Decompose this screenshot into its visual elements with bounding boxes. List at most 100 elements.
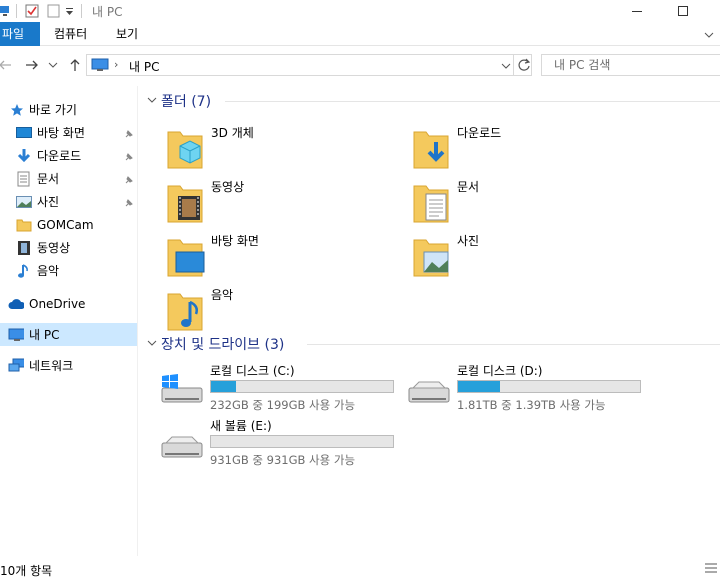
windows-drive-icon: [160, 372, 204, 408]
maximize-icon: [678, 6, 688, 16]
sidebar-item-label: 문서: [37, 172, 60, 186]
folder-tile-downloads[interactable]: 다운로드: [412, 124, 652, 174]
sidebar-item-downloads[interactable]: 다운로드: [0, 144, 137, 167]
details-view-icon[interactable]: [704, 562, 718, 577]
pin-icon[interactable]: [124, 174, 134, 184]
desktop-icon: [16, 125, 32, 141]
minimize-button[interactable]: [614, 0, 660, 22]
sidebar-item-music[interactable]: 음악: [0, 259, 137, 282]
drive-free-space: 232GB 중 199GB 사용 가능: [210, 398, 356, 412]
cloud-icon: [8, 296, 24, 312]
tile-label: 동영상: [211, 180, 245, 194]
sidebar-item-label: 바탕 화면: [37, 126, 85, 140]
maximize-button[interactable]: [660, 0, 706, 22]
sidebar-item-network[interactable]: 네트워크: [0, 354, 137, 377]
folder-tile-pictures[interactable]: 사진: [412, 232, 652, 282]
refresh-icon[interactable]: [517, 58, 531, 75]
folder-tile-music[interactable]: 음악: [166, 286, 406, 336]
tile-label: 음악: [211, 288, 234, 302]
pin-icon[interactable]: [124, 197, 134, 207]
drive-usage-bar: [210, 435, 394, 448]
customize-dropdown-icon[interactable]: [65, 4, 75, 18]
item-count: 10개 항목: [0, 564, 53, 578]
status-bar: 10개 항목: [0, 558, 720, 578]
folder-tile-desktop[interactable]: 바탕 화면: [166, 232, 406, 282]
hard-drive-icon: [160, 427, 204, 463]
sidebar-item-quick-access[interactable]: 바로 가기: [0, 98, 137, 121]
search-input[interactable]: 내 PC 검색: [541, 54, 720, 76]
group-title: 장치 및 드라이브 (3): [161, 337, 285, 353]
drive-tile-d[interactable]: 로컬 디스크 (D:) 1.81TB 중 1.39TB 사용 가능: [407, 362, 657, 414]
tile-label: 바탕 화면: [211, 234, 259, 248]
drive-free-space: 1.81TB 중 1.39TB 사용 가능: [457, 398, 606, 412]
sidebar-item-documents[interactable]: 문서: [0, 167, 137, 190]
drive-usage-fill: [458, 381, 500, 392]
ribbon-tabs: 파일 컴퓨터 보기: [0, 22, 720, 46]
folders-group-header[interactable]: 폴더 (7): [147, 91, 720, 111]
breadcrumb-separator-icon: ›: [114, 58, 119, 71]
music-icon: [16, 263, 32, 279]
tab-file[interactable]: 파일: [0, 22, 40, 46]
forward-button[interactable]: [23, 56, 41, 74]
up-arrow-icon: [70, 59, 80, 71]
sidebar-item-desktop[interactable]: 바탕 화면: [0, 121, 137, 144]
new-folder-icon[interactable]: [47, 4, 61, 18]
drive-name: 로컬 디스크 (C:): [210, 364, 295, 378]
pin-icon[interactable]: [124, 128, 134, 138]
window-title: 내 PC: [92, 5, 123, 19]
drive-usage-fill: [211, 381, 237, 392]
sidebar-item-pictures[interactable]: 사진: [0, 190, 137, 213]
music-folder-icon: [166, 288, 206, 332]
sidebar-item-gomcam[interactable]: GOMCam: [0, 213, 137, 236]
drive-tile-e[interactable]: 새 볼륨 (E:) 931GB 중 931GB 사용 가능: [160, 417, 410, 469]
minimize-icon: [632, 11, 642, 12]
quick-access-toolbar: [0, 3, 82, 19]
tab-view[interactable]: 보기: [108, 22, 146, 46]
document-icon: [16, 171, 32, 187]
folder-icon: [16, 217, 32, 233]
pictures-folder-icon: [412, 234, 452, 278]
address-dropdown-icon[interactable]: [501, 60, 511, 74]
back-button[interactable]: [0, 56, 14, 74]
drives-group-header[interactable]: 장치 및 드라이브 (3): [147, 334, 720, 354]
recent-locations-button[interactable]: [47, 56, 59, 74]
network-icon: [8, 358, 24, 374]
sidebar-item-label: 사진: [37, 195, 60, 209]
folder-tile-3d-objects[interactable]: 3D 개체: [166, 124, 406, 174]
chevron-down-icon: [147, 95, 161, 108]
drive-name: 새 볼륨 (E:): [210, 419, 272, 433]
sidebar-item-videos[interactable]: 동영상: [0, 236, 137, 259]
sidebar-item-this-pc[interactable]: 내 PC: [0, 323, 137, 346]
sidebar-item-label: GOMCam: [37, 217, 94, 232]
pc-icon: [8, 327, 24, 343]
tile-label: 다운로드: [457, 126, 502, 140]
drive-tile-c[interactable]: 로컬 디스크 (C:) 232GB 중 199GB 사용 가능: [160, 362, 410, 414]
downloads-folder-icon: [412, 126, 452, 170]
drive-name: 로컬 디스크 (D:): [457, 364, 543, 378]
chevron-down-icon: [147, 338, 161, 351]
documents-folder-icon: [412, 180, 452, 224]
sidebar-item-label: 동영상: [37, 241, 71, 255]
sidebar-item-label: 네트워크: [29, 359, 74, 373]
sidebar-item-label: 내 PC: [29, 328, 60, 342]
pc-icon[interactable]: [0, 4, 10, 18]
address-field[interactable]: › 내 PC: [86, 54, 532, 76]
sidebar-item-label: 음악: [37, 264, 60, 278]
sidebar-item-onedrive[interactable]: OneDrive: [0, 292, 137, 315]
sidebar-item-label: OneDrive: [29, 296, 86, 311]
folder-tile-videos[interactable]: 동영상: [166, 178, 406, 228]
drive-free-space: 931GB 중 931GB 사용 가능: [210, 453, 356, 467]
videos-folder-icon: [166, 180, 206, 224]
desktop-folder-icon: [166, 234, 206, 278]
folder-tile-documents[interactable]: 문서: [412, 178, 652, 228]
tab-computer[interactable]: 컴퓨터: [46, 22, 95, 46]
properties-icon[interactable]: [25, 4, 39, 18]
up-button[interactable]: [66, 56, 84, 74]
navigation-pane: 바로 가기 바탕 화면 다운로드 문서 사진 GOMCam 동영상 음악 One…: [0, 86, 138, 556]
drive-usage-bar: [457, 380, 641, 393]
drive-usage-bar: [210, 380, 394, 393]
pin-icon[interactable]: [124, 151, 134, 161]
group-title: 폴더 (7): [161, 94, 212, 110]
ribbon-expand-icon[interactable]: [704, 29, 714, 43]
breadcrumb-this-pc[interactable]: 내 PC: [129, 58, 159, 75]
